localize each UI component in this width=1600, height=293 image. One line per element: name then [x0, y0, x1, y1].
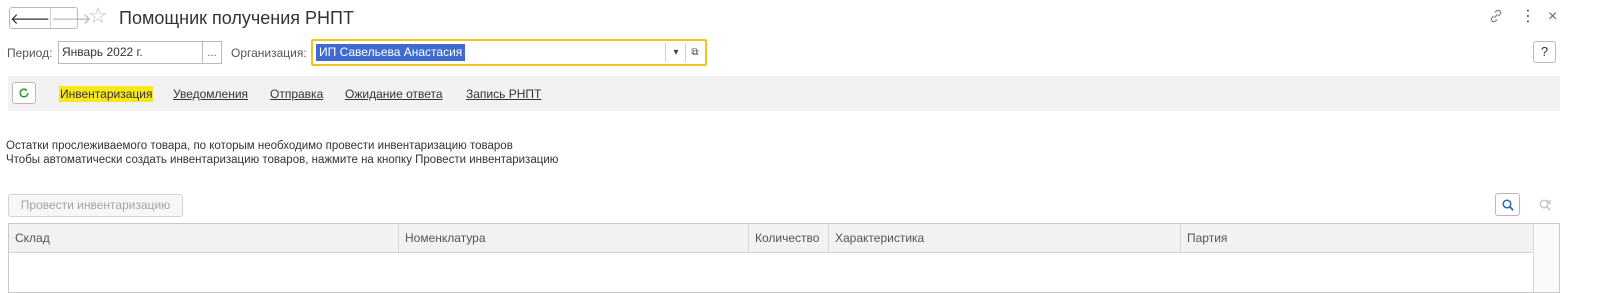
organization-value[interactable]: ИП Савельева Анастасия: [316, 44, 466, 61]
more-vertical-icon[interactable]: ⋮: [1520, 8, 1536, 26]
arrow-right-icon: 🡒: [51, 10, 92, 28]
info-text-line2: Чтобы автоматически создать инвентаризац…: [6, 154, 559, 166]
organization-label: Организация:: [231, 46, 307, 60]
cancel-search-button[interactable]: [1532, 193, 1557, 216]
cancel-search-icon: [1538, 198, 1551, 211]
tabs-bar: Инвентаризация Уведомления Отправка Ожид…: [8, 76, 1560, 111]
page-title: Помощник получения РНПТ: [119, 8, 354, 28]
back-button[interactable]: 🡐: [10, 8, 52, 28]
column-header-characteristic[interactable]: Характеристика: [829, 224, 1180, 253]
table-scrollbar[interactable]: [1533, 224, 1559, 292]
tab-awaiting-response[interactable]: Ожидание ответа: [345, 86, 443, 102]
tab-sending[interactable]: Отправка: [270, 86, 323, 102]
refresh-button[interactable]: [12, 82, 36, 104]
tab-inventory[interactable]: Инвентаризация: [59, 86, 154, 102]
info-text-line1: Остатки прослеживаемого товара, по котор…: [6, 140, 513, 152]
close-icon[interactable]: ×: [1548, 8, 1557, 26]
run-inventory-button[interactable]: Провести инвентаризацию: [8, 194, 183, 217]
column-header-nomenclature[interactable]: Номенклатура: [399, 224, 748, 253]
tab-rnpt-record[interactable]: Запись РНПТ: [466, 86, 541, 102]
column-header-quantity[interactable]: Количество: [749, 224, 828, 253]
period-field[interactable]: Январь 2022 г.: [58, 41, 203, 64]
column-header-batch[interactable]: Партия: [1181, 224, 1533, 253]
link-icon[interactable]: [1488, 8, 1504, 29]
favorite-star-icon[interactable]: ☆: [88, 5, 108, 27]
forward-button[interactable]: 🡒: [51, 8, 91, 28]
field-divider: [665, 43, 666, 62]
search-icon: [1501, 198, 1514, 211]
open-form-icon[interactable]: ⧉: [687, 44, 703, 61]
history-nav: 🡐 🡒: [9, 7, 91, 29]
help-button[interactable]: ?: [1533, 41, 1556, 63]
refresh-icon: [19, 88, 29, 98]
column-header-warehouse[interactable]: Склад: [9, 224, 398, 253]
period-label: Период:: [7, 46, 53, 60]
organization-field[interactable]: ИП Савельева Анастасия ▾ ⧉: [311, 39, 707, 66]
period-select-button[interactable]: ...: [202, 41, 222, 64]
chevron-down-icon[interactable]: ▾: [668, 44, 684, 61]
inventory-table: Склад Номенклатура Количество Характерис…: [8, 223, 1560, 293]
field-divider: [685, 43, 686, 62]
table-header: Склад Номенклатура Количество Характерис…: [9, 224, 1559, 253]
tab-notifications[interactable]: Уведомления: [173, 86, 248, 102]
arrow-left-icon: 🡐: [10, 10, 51, 28]
search-button[interactable]: [1495, 193, 1520, 216]
